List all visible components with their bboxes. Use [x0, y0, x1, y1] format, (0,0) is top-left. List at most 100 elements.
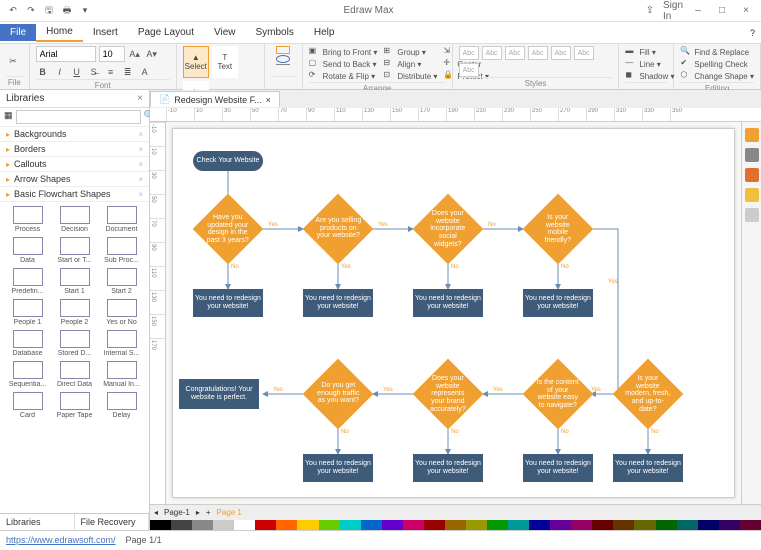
share-icon[interactable]: ⇪ [639, 3, 661, 19]
flow-process[interactable]: You need to redesign your website! [613, 454, 683, 482]
library-search-input[interactable] [16, 110, 141, 124]
flow-process[interactable]: You need to redesign your website! [523, 454, 593, 482]
font-color-icon[interactable]: A [138, 65, 152, 79]
qat-more-icon[interactable]: ▾ [78, 4, 92, 18]
select-tool[interactable]: ▲Select [183, 46, 209, 78]
document-tab[interactable]: 📄 Redesign Website F... × [150, 91, 280, 107]
flow-process[interactable]: You need to redesign your website! [413, 289, 483, 317]
distribute-button[interactable]: ⊡Distribute ▾ [383, 70, 437, 82]
redo-icon[interactable]: ↷ [24, 4, 38, 18]
tab-page-layout[interactable]: Page Layout [128, 24, 204, 41]
send-back-button[interactable]: ▢Send to Back ▾ [309, 58, 378, 70]
style-preset[interactable]: Abc [505, 46, 525, 60]
undo-icon[interactable]: ↶ [6, 4, 20, 18]
flow-process[interactable]: You need to redesign your website! [193, 289, 263, 317]
print-icon[interactable]: 🖶 [60, 4, 74, 18]
tab-home[interactable]: Home [36, 23, 83, 42]
flow-process[interactable]: You need to redesign your website! [413, 454, 483, 482]
drawing-canvas[interactable]: Check Your Website Have you updated your… [172, 128, 735, 498]
style-preset[interactable]: Abc [459, 63, 479, 77]
style-preset[interactable]: Abc [482, 46, 502, 60]
flow-start[interactable]: Check Your Website [193, 151, 263, 171]
shape-stencil[interactable]: Internal S... [101, 330, 143, 357]
align-left-icon[interactable]: ≡ [104, 65, 118, 79]
flow-decision-7[interactable]: Is the content of your website easy to n… [523, 359, 594, 430]
shape-stencil[interactable]: Process [7, 206, 49, 233]
flow-process[interactable]: You need to redesign your website! [303, 289, 373, 317]
shape-ellipse-icon[interactable] [276, 55, 290, 63]
tab-view[interactable]: View [204, 24, 246, 41]
tab-insert[interactable]: Insert [83, 24, 128, 41]
style-preset[interactable]: Abc [459, 46, 479, 60]
flow-decision-3[interactable]: Does your website incorporate social wid… [413, 194, 484, 265]
save-icon[interactable]: 🖫 [42, 4, 56, 18]
panel-icon[interactable] [745, 148, 759, 162]
flow-perfect[interactable]: Congratulations! Your website is perfect… [179, 379, 259, 409]
shape-stencil[interactable]: Stored D... [54, 330, 96, 357]
page-nav-next[interactable]: ▸ [196, 508, 200, 517]
shape-stencil[interactable]: Predefin... [7, 268, 49, 295]
font-family-combo[interactable] [36, 46, 96, 62]
style-preset[interactable]: Abc [528, 46, 548, 60]
color-bar[interactable] [150, 520, 761, 530]
flow-decision-2[interactable]: Are you selling products on your website… [303, 194, 374, 265]
status-url[interactable]: https://www.edrawsoft.com/ [6, 535, 116, 545]
libraries-close-icon[interactable]: × [137, 93, 143, 104]
spelling-button[interactable]: ✔Spelling Check [680, 58, 747, 70]
shape-line-icon[interactable] [276, 64, 290, 65]
text-tool[interactable]: TText [212, 46, 238, 78]
shape-stencil[interactable]: Start or T... [54, 237, 96, 264]
signin-link[interactable]: Sign In [663, 3, 685, 19]
shape-stencil[interactable]: Decision [54, 206, 96, 233]
panel-icon[interactable] [745, 168, 759, 182]
lib-cat[interactable]: Basic Flowchart Shapes× [0, 187, 149, 202]
tab-symbols[interactable]: Symbols [246, 24, 304, 41]
style-preset[interactable]: Abc [551, 46, 571, 60]
flow-decision-6[interactable]: Does your website represents your brand … [413, 359, 484, 430]
find-replace-button[interactable]: 🔍Find & Replace [680, 46, 749, 58]
page-add-button[interactable]: + [206, 508, 211, 517]
flow-process[interactable]: You need to redesign your website! [303, 454, 373, 482]
shape-stencil[interactable]: Sequentia... [7, 361, 49, 388]
bring-front-button[interactable]: ▣Bring to Front ▾ [309, 46, 378, 58]
shape-stencil[interactable]: Database [7, 330, 49, 357]
shadow-button[interactable]: ◼Shadow ▾ [625, 70, 674, 82]
lib-cat[interactable]: Borders× [0, 142, 149, 157]
group-button[interactable]: ⊞Group ▾ [383, 46, 437, 58]
shape-stencil[interactable]: People 2 [54, 299, 96, 326]
panel-icon[interactable] [745, 208, 759, 222]
shape-stencil[interactable]: Card [7, 392, 49, 419]
minimize-icon[interactable]: – [687, 3, 709, 19]
flow-process[interactable]: You need to redesign your website! [523, 289, 593, 317]
italic-icon[interactable]: I [53, 65, 67, 79]
style-preset[interactable]: Abc [574, 46, 594, 60]
shape-stencil[interactable]: Start 2 [101, 268, 143, 295]
change-shape-button[interactable]: ⬡Change Shape ▾ [680, 70, 754, 82]
library-picker-icon[interactable]: ▦ [4, 110, 13, 124]
font-size-combo[interactable] [99, 46, 125, 62]
shape-stencil[interactable]: Delay [101, 392, 143, 419]
tab-help[interactable]: Help [304, 24, 345, 41]
shape-stencil[interactable]: Direct Data [54, 361, 96, 388]
page-tab[interactable]: Page-1 [164, 508, 190, 517]
lib-cat[interactable]: Arrow Shapes× [0, 172, 149, 187]
file-recovery-tab[interactable]: File Recovery [75, 514, 150, 530]
shape-stencil[interactable]: Data [7, 237, 49, 264]
flow-decision-8[interactable]: Is your website modern, fresh, and up-to… [613, 359, 684, 430]
flow-decision-1[interactable]: Have you updated your design in the past… [193, 194, 264, 265]
fill-button[interactable]: ▬Fill ▾ [625, 46, 655, 58]
flow-decision-5[interactable]: Do you get enough traffic as you want? [303, 359, 374, 430]
file-menu[interactable]: File [0, 24, 36, 41]
shape-stencil[interactable]: Sub Proc... [101, 237, 143, 264]
flow-decision-4[interactable]: Is your website mobile friendly? [523, 194, 594, 265]
maximize-icon[interactable]: □ [711, 3, 733, 19]
line-button[interactable]: —Line ▾ [625, 58, 660, 70]
grow-font-icon[interactable]: A▴ [128, 47, 142, 61]
shape-rect-icon[interactable] [276, 46, 290, 54]
underline-icon[interactable]: U [70, 65, 84, 79]
paste-icon[interactable]: ✂ [6, 54, 20, 68]
panel-icon[interactable] [745, 188, 759, 202]
panel-icon[interactable] [745, 128, 759, 142]
align-button[interactable]: ⊟Align ▾ [383, 58, 437, 70]
align-center-icon[interactable]: ≣ [121, 65, 135, 79]
